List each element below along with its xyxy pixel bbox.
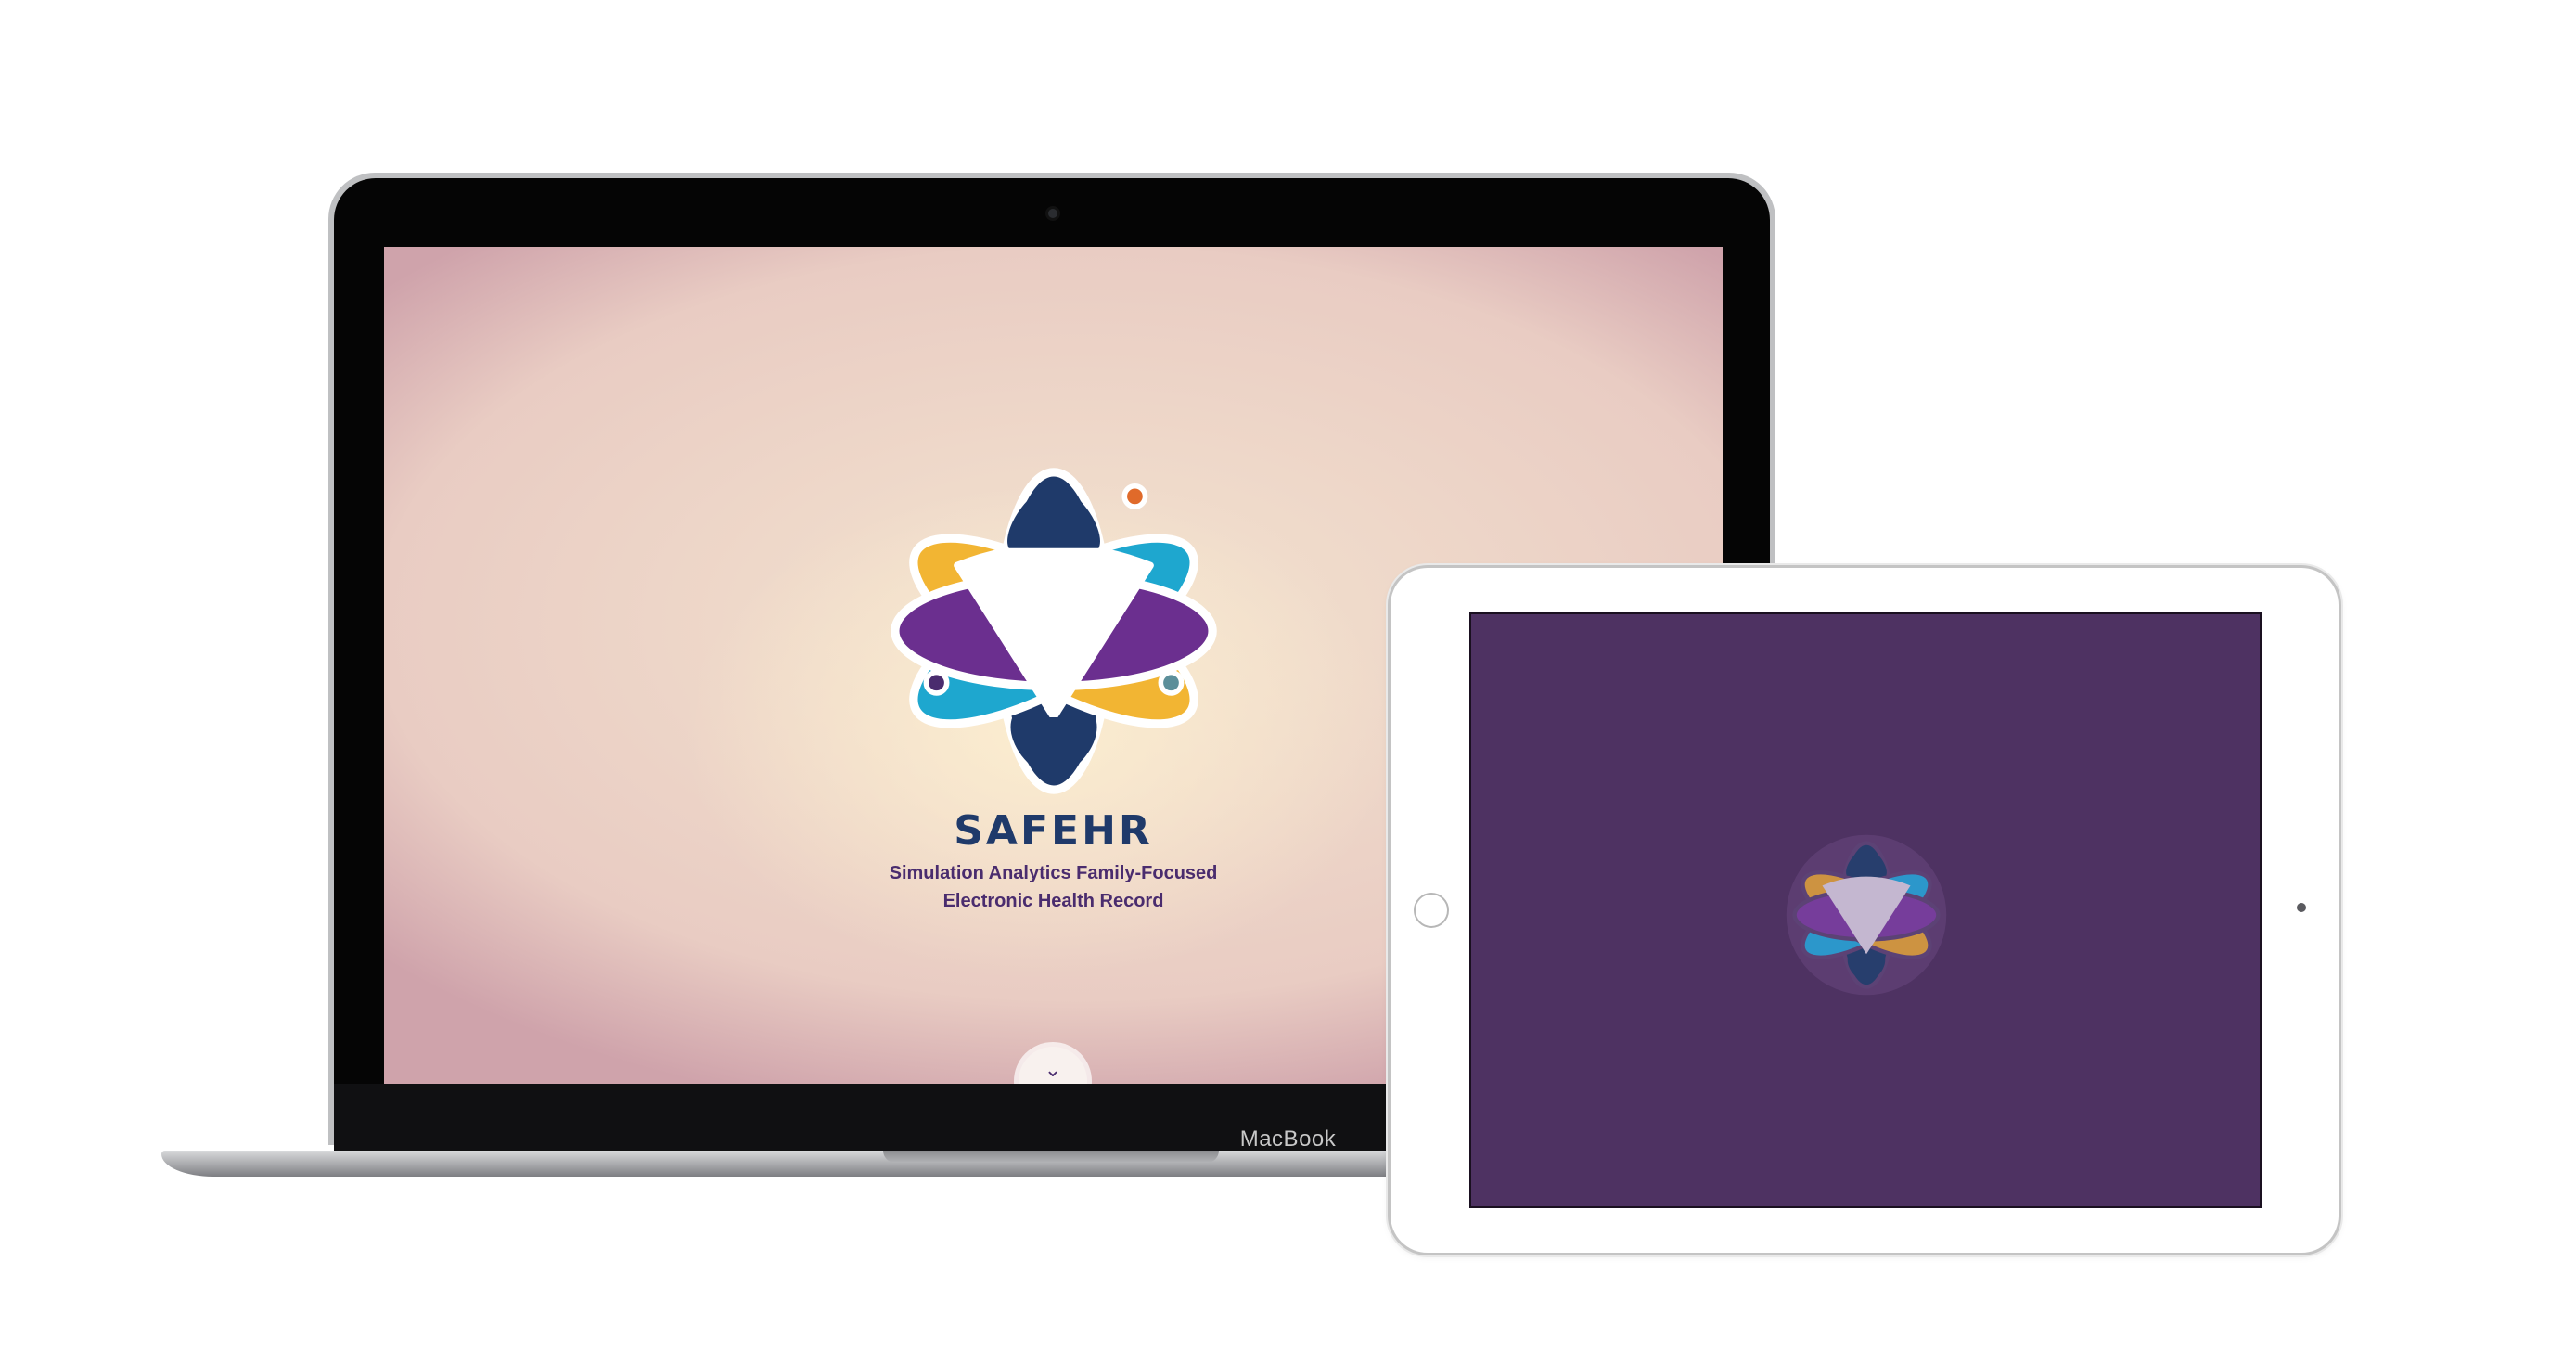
macbook-open-notch — [883, 1151, 1219, 1163]
chevron-down-icon: ⌄ — [1044, 1059, 1062, 1082]
safehr-splash-logo-icon — [1786, 834, 1947, 996]
ipad-camera-icon — [2297, 903, 2306, 912]
safehr-logo-icon — [891, 468, 1217, 794]
scroll-down-button[interactable]: ⌄ — [1019, 1047, 1087, 1084]
ipad-home-button[interactable] — [1414, 893, 1449, 928]
macbook-camera-icon — [1048, 209, 1057, 218]
